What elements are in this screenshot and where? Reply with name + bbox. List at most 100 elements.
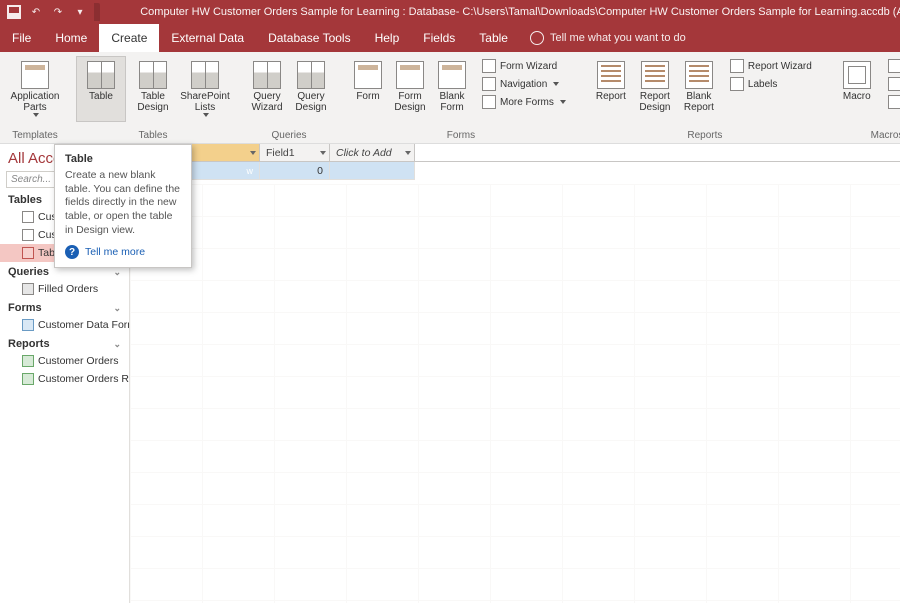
group-reports: Report Report Design Blank Report Report… xyxy=(584,54,826,143)
ribbon-tabs: File Home Create External Data Database … xyxy=(0,24,900,52)
nav-category-forms[interactable]: Forms⌄ xyxy=(0,298,129,316)
document-area: Field1 Click to Add w 0 xyxy=(130,144,900,603)
group-label-forms: Forms xyxy=(342,130,580,141)
group-label-templates: Templates xyxy=(4,130,66,141)
cell-add[interactable] xyxy=(330,162,415,180)
form-icon xyxy=(354,61,382,89)
form-button[interactable]: Form xyxy=(348,56,388,118)
navigation-button[interactable]: Navigation xyxy=(478,76,570,92)
more-forms-button[interactable]: More Forms xyxy=(478,94,570,110)
nav-item-report[interactable]: Customer Orders xyxy=(0,352,129,370)
labels-button[interactable]: Labels xyxy=(726,76,816,92)
form-wizard-icon xyxy=(482,59,496,73)
title-bar: ↶ ↷ ▾ Table Tools Computer HW Customer O… xyxy=(0,0,900,24)
more-forms-icon xyxy=(482,95,496,109)
redo-button[interactable]: ↷ xyxy=(50,4,66,20)
form-wizard-button[interactable]: Form Wizard xyxy=(478,58,570,74)
tab-file[interactable]: File xyxy=(0,24,43,52)
quick-access-toolbar: ↶ ↷ ▾ xyxy=(0,4,94,20)
report-wizard-icon xyxy=(730,59,744,73)
tab-fields[interactable]: Fields xyxy=(411,24,467,52)
form-object-icon xyxy=(22,319,34,331)
report-object-icon xyxy=(22,355,34,367)
blank-form-button[interactable]: Blank Form xyxy=(432,56,472,118)
report-button[interactable]: Report xyxy=(590,56,632,118)
tab-help[interactable]: Help xyxy=(363,24,412,52)
screentip-table: Table Create a new blank table. You can … xyxy=(54,144,192,268)
group-macros-code: Macro Module Class Module Visual Basic M… xyxy=(830,54,900,143)
table-design-icon xyxy=(139,61,167,89)
blank-report-button[interactable]: Blank Report xyxy=(678,56,720,118)
table-button[interactable]: Table xyxy=(76,56,126,122)
table-object-icon xyxy=(22,229,34,241)
query-wizard-button[interactable]: Query Wizard xyxy=(246,56,288,118)
report-design-icon xyxy=(641,61,669,89)
group-forms: Form Form Design Blank Form Form Wizard … xyxy=(342,54,580,143)
tell-me-search[interactable]: Tell me what you want to do xyxy=(520,24,696,52)
workspace: All Acces Search... Tables⌄ Customer Cus… xyxy=(0,144,900,603)
form-design-button[interactable]: Form Design xyxy=(390,56,430,118)
save-icon[interactable] xyxy=(6,4,22,20)
column-header-add[interactable]: Click to Add xyxy=(330,144,415,161)
nav-item-form[interactable]: Customer Data Form xyxy=(0,316,129,334)
row-selector-header[interactable] xyxy=(190,144,260,161)
datasheet-row[interactable]: w 0 xyxy=(190,162,900,180)
navigation-icon xyxy=(482,77,496,91)
visual-basic-button[interactable]: Visual Basic xyxy=(884,94,900,110)
sharepoint-lists-icon xyxy=(191,61,219,89)
group-label-macros: Macros & Code xyxy=(830,130,900,141)
group-queries: Query Wizard Query Design Queries xyxy=(240,54,338,143)
tell-me-placeholder: Tell me what you want to do xyxy=(550,32,686,44)
query-design-button[interactable]: Query Design xyxy=(290,56,332,118)
group-tables: Table Table Design SharePoint Lists Tabl… xyxy=(70,54,236,143)
report-object-icon xyxy=(22,373,34,385)
screentip-help-link[interactable]: ? Tell me more xyxy=(65,245,181,259)
tab-table[interactable]: Table xyxy=(467,24,520,52)
labels-icon xyxy=(730,77,744,91)
blank-form-icon xyxy=(438,61,466,89)
table-object-icon xyxy=(22,211,34,223)
table-design-button[interactable]: Table Design xyxy=(128,56,178,122)
screentip-title: Table xyxy=(65,153,181,165)
sharepoint-lists-button[interactable]: SharePoint Lists xyxy=(180,56,230,122)
undo-button[interactable]: ↶ xyxy=(28,4,44,20)
datasheet-header: Field1 Click to Add xyxy=(190,144,900,162)
nav-category-reports[interactable]: Reports⌄ xyxy=(0,334,129,352)
macro-button[interactable]: Macro xyxy=(836,56,878,112)
nav-item-report[interactable]: Customer Orders Report xyxy=(0,370,129,388)
row-marker[interactable]: w xyxy=(190,162,260,180)
tab-database-tools[interactable]: Database Tools xyxy=(256,24,363,52)
query-design-icon xyxy=(297,61,325,89)
chevron-down-icon xyxy=(250,151,256,155)
report-icon xyxy=(597,61,625,89)
qat-customize-button[interactable]: ▾ xyxy=(72,4,88,20)
tab-external-data[interactable]: External Data xyxy=(159,24,256,52)
column-header-field1[interactable]: Field1 xyxy=(260,144,330,161)
background-grid xyxy=(130,184,900,603)
form-design-icon xyxy=(396,61,424,89)
module-button[interactable]: Module xyxy=(884,58,900,74)
class-module-icon xyxy=(888,77,900,91)
table-icon xyxy=(87,61,115,89)
report-wizard-button[interactable]: Report Wizard xyxy=(726,58,816,74)
application-parts-button[interactable]: Application Parts xyxy=(10,56,60,122)
query-wizard-icon xyxy=(253,61,281,89)
tab-create[interactable]: Create xyxy=(99,24,159,52)
report-design-button[interactable]: Report Design xyxy=(634,56,676,118)
module-icon xyxy=(888,59,900,73)
window-title: Computer HW Customer Orders Sample for L… xyxy=(140,6,900,18)
table-object-icon xyxy=(22,247,34,259)
macro-icon xyxy=(843,61,871,89)
help-icon: ? xyxy=(65,245,79,259)
group-label-queries: Queries xyxy=(240,130,338,141)
visual-basic-icon xyxy=(888,95,900,109)
nav-item-query[interactable]: Filled Orders xyxy=(0,280,129,298)
blank-report-icon xyxy=(685,61,713,89)
chevron-down-icon xyxy=(405,151,411,155)
contextual-tab-label: Table Tools xyxy=(94,3,100,21)
chevron-down-icon xyxy=(320,151,326,155)
group-label-reports: Reports xyxy=(584,130,826,141)
cell-field1[interactable]: 0 xyxy=(260,162,330,180)
tab-home[interactable]: Home xyxy=(43,24,99,52)
class-module-button[interactable]: Class Module xyxy=(884,76,900,92)
